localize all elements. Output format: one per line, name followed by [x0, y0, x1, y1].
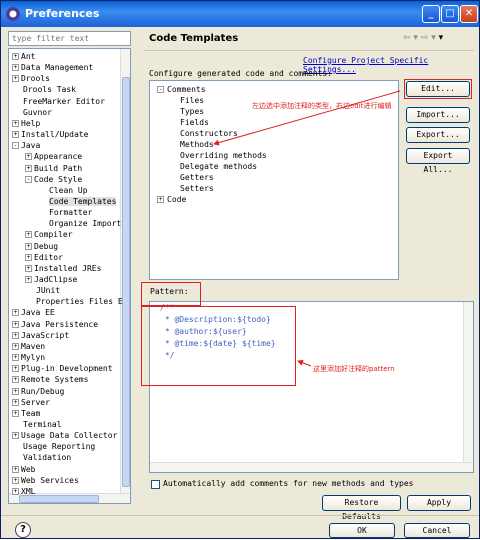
arrow-to-pattern — [297, 359, 312, 367]
preferences-window: Preferences _ □ ✕ +Ant+Data Management+D… — [0, 0, 480, 539]
annotation-arrows — [213, 90, 401, 367]
arrow-to-types — [213, 90, 401, 146]
